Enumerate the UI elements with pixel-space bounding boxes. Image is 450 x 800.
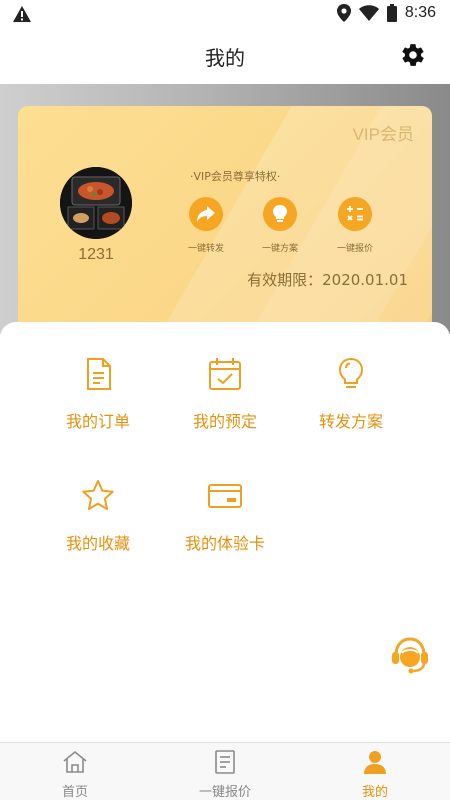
app-header: 我的 xyxy=(0,28,450,84)
card-icon xyxy=(208,484,242,508)
perks-title: ·VIP会员尊享特权· xyxy=(190,170,281,183)
star-icon xyxy=(82,480,114,510)
page-title: 我的 xyxy=(205,46,245,70)
menu-label: 我的订单 xyxy=(65,412,130,431)
lightbulb-icon xyxy=(263,197,297,231)
avatar-food-image xyxy=(60,167,132,239)
order-document-icon xyxy=(87,358,111,390)
status-bar: 8:36 xyxy=(0,0,450,28)
location-icon xyxy=(336,4,351,22)
share-arrow-icon xyxy=(189,197,223,231)
settings-gear-icon[interactable] xyxy=(400,42,426,68)
perk-label: 一键转发 xyxy=(187,244,224,254)
status-time: 8:36 xyxy=(404,4,436,21)
quote-list-icon xyxy=(215,750,235,774)
menu-label: 转发方案 xyxy=(318,412,383,431)
calculator-icon xyxy=(338,197,372,231)
menu-share-plan[interactable]: 转发方案 xyxy=(281,356,421,432)
perk-plan[interactable]: 一键方案 xyxy=(250,197,310,254)
vip-card: VIP会员 1231 ·VIP会员尊享特权· 一键转发 一键方案 一键报价 有效… xyxy=(18,106,432,336)
menu-label: 我的预定 xyxy=(192,412,257,431)
customer-service-icon[interactable] xyxy=(388,633,432,677)
battery-icon xyxy=(386,4,397,22)
nav-label: 我的 xyxy=(361,785,388,800)
avatar[interactable] xyxy=(60,167,132,239)
home-icon xyxy=(63,750,87,773)
menu-label: 我的体验卡 xyxy=(184,534,265,553)
person-icon xyxy=(364,751,386,774)
nav-quote[interactable]: 一键报价 xyxy=(165,749,285,800)
menu-my-reservations[interactable]: 我的预定 xyxy=(155,356,295,432)
menu-my-favorites[interactable]: 我的收藏 xyxy=(28,478,168,554)
perk-quote[interactable]: 一键报价 xyxy=(325,197,385,254)
menu-label: 我的收藏 xyxy=(65,534,130,553)
wifi-icon xyxy=(358,5,379,21)
nav-label: 一键报价 xyxy=(198,785,251,800)
vip-expiry: 有效期限：2020.01.01 xyxy=(247,271,408,289)
menu-sheet: 我的订单 我的预定 转发方案 我的收藏 我的体验卡 xyxy=(0,322,450,742)
perk-label: 一键报价 xyxy=(336,244,373,254)
nav-mine[interactable]: 我的 xyxy=(315,749,435,800)
perk-share[interactable]: 一键转发 xyxy=(176,197,236,254)
menu-my-trial-card[interactable]: 我的体验卡 xyxy=(155,478,295,554)
bottom-nav: 首页 一键报价 我的 xyxy=(0,742,450,800)
perk-label: 一键方案 xyxy=(261,244,298,254)
lightbulb-icon xyxy=(338,357,364,388)
nav-label: 首页 xyxy=(61,785,88,800)
warning-icon xyxy=(13,6,31,22)
username: 1231 xyxy=(78,246,114,263)
vip-badge: VIP会员 xyxy=(352,125,414,144)
menu-my-orders[interactable]: 我的订单 xyxy=(28,356,168,432)
nav-home[interactable]: 首页 xyxy=(15,749,135,800)
calendar-check-icon xyxy=(209,358,241,390)
